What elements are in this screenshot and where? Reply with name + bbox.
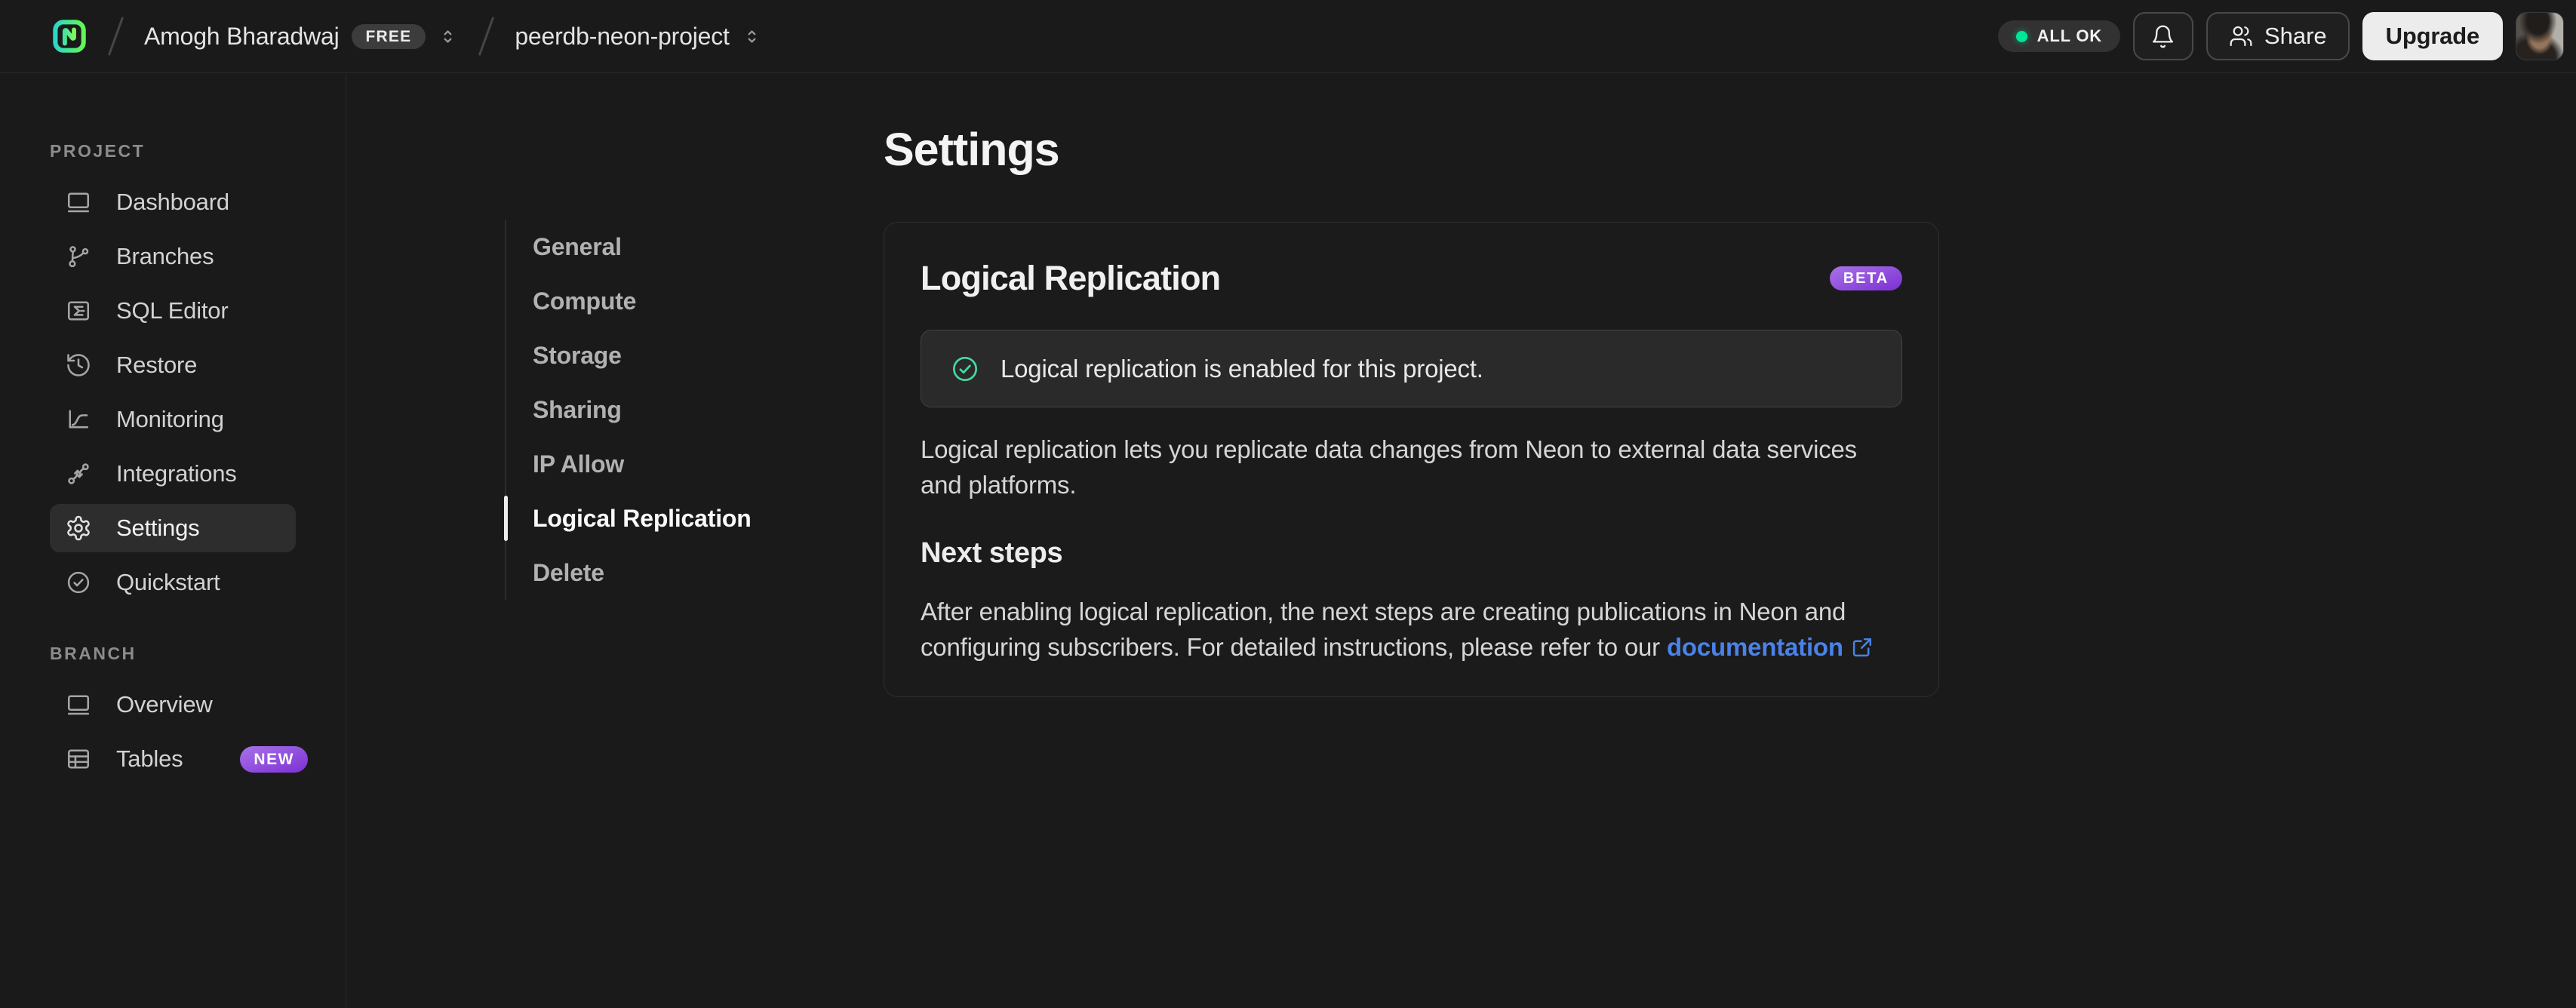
sidebar-item-label: Integrations xyxy=(116,460,237,487)
sidebar: PROJECT Dashboard Branches SQL Editor Re… xyxy=(0,74,346,1008)
upgrade-button[interactable]: Upgrade xyxy=(2362,12,2503,60)
git-branch-icon xyxy=(69,246,89,268)
window-icon xyxy=(67,695,90,715)
documentation-link[interactable]: documentation xyxy=(1667,633,1874,661)
sidebar-item-label: Restore xyxy=(116,352,198,378)
settings-nav-delete[interactable]: Delete xyxy=(506,545,752,600)
replication-enabled-alert: Logical replication is enabled for this … xyxy=(921,330,1902,407)
settings-nav-general[interactable]: General xyxy=(506,220,752,274)
sidebar-item-label: Settings xyxy=(116,515,200,541)
sidebar-item-restore[interactable]: Restore xyxy=(50,341,296,389)
new-badge: NEW xyxy=(240,745,308,773)
sidebar-item-label: Dashboard xyxy=(116,189,229,215)
table-icon xyxy=(67,749,90,769)
breadcrumb-divider xyxy=(478,17,495,56)
next-steps-paragraph: After enabling logical replication, the … xyxy=(921,594,1902,665)
logical-replication-card: Logical Replication BETA Logical replica… xyxy=(884,222,1939,697)
settings-nav-ip-allow[interactable]: IP Allow xyxy=(506,437,752,491)
settings-nav-logical-replication[interactable]: Logical Replication xyxy=(504,491,752,545)
status-label: ALL OK xyxy=(2037,26,2102,45)
sidebar-section-project: PROJECT xyxy=(50,141,146,161)
replication-description: Logical replication lets you replicate d… xyxy=(921,435,1857,499)
sidebar-item-label: Tables xyxy=(116,745,183,772)
share-label: Share xyxy=(2264,23,2327,49)
breadcrumb: Amogh Bharadwaj FREE peerdb-neon-project xyxy=(51,16,1998,57)
share-button[interactable]: Share xyxy=(2206,12,2350,60)
sidebar-item-label: Quickstart xyxy=(116,569,220,595)
sidebar-item-label: Monitoring xyxy=(116,406,224,432)
settings-sub-nav: General Compute Storage Sharing IP Allow… xyxy=(504,220,752,600)
history-icon xyxy=(67,354,90,376)
external-link-icon xyxy=(1852,638,1871,657)
settings-nav-sharing[interactable]: Sharing xyxy=(506,383,752,437)
sql-terminal-icon xyxy=(67,301,90,321)
card-title: Logical Replication xyxy=(921,259,1221,297)
project-name: peerdb-neon-project xyxy=(515,22,730,50)
status-ok-dot xyxy=(2015,30,2027,42)
sidebar-item-quickstart[interactable]: Quickstart xyxy=(50,558,296,607)
integrations-icon xyxy=(68,463,89,484)
plan-badge: FREE xyxy=(351,23,426,49)
main-content: Settings Logical Replication BETA Logica… xyxy=(884,74,1939,697)
beta-badge: BETA xyxy=(1829,266,1902,290)
org-name: Amogh Bharadwaj xyxy=(144,22,340,50)
project-selector[interactable]: peerdb-neon-project xyxy=(515,23,761,51)
sidebar-item-integrations[interactable]: Integrations xyxy=(50,450,296,498)
next-steps-heading: Next steps xyxy=(921,537,1063,569)
alert-text: Logical replication is enabled for this … xyxy=(1001,354,1483,383)
sidebar-item-dashboard[interactable]: Dashboard xyxy=(50,178,296,226)
sidebar-item-label: Overview xyxy=(116,691,213,718)
org-selector[interactable]: Amogh Bharadwaj FREE xyxy=(144,23,458,51)
notifications-button[interactable] xyxy=(2132,12,2193,60)
sidebar-item-settings[interactable]: Settings xyxy=(50,504,296,552)
sidebar-item-sql-editor[interactable]: SQL Editor xyxy=(50,287,296,335)
documentation-link-label: documentation xyxy=(1666,633,1843,661)
sidebar-item-label: SQL Editor xyxy=(116,297,229,324)
gear-icon xyxy=(67,515,90,541)
bell-icon xyxy=(2153,25,2174,48)
chart-icon xyxy=(69,410,88,429)
chevrons-up-down-icon xyxy=(444,29,452,43)
sidebar-item-overview[interactable]: Overview xyxy=(50,681,296,729)
sidebar-item-tables[interactable]: Tables NEW xyxy=(50,735,308,783)
top-bar-actions: ALL OK Share Upgrade xyxy=(1997,12,2564,60)
neon-logo-icon[interactable] xyxy=(51,18,88,54)
status-badge[interactable]: ALL OK xyxy=(1997,20,2120,52)
settings-nav-compute[interactable]: Compute xyxy=(506,274,752,328)
sidebar-section-branch: BRANCH xyxy=(50,644,137,663)
sidebar-item-branches[interactable]: Branches xyxy=(50,232,296,281)
breadcrumb-divider xyxy=(107,17,124,56)
settings-nav-storage[interactable]: Storage xyxy=(506,328,752,383)
window-icon xyxy=(67,192,90,213)
sidebar-item-monitoring[interactable]: Monitoring xyxy=(50,395,296,444)
chevrons-up-down-icon xyxy=(748,29,756,43)
check-circle-icon xyxy=(67,571,90,594)
top-bar: Amogh Bharadwaj FREE peerdb-neon-project… xyxy=(0,0,2576,73)
sidebar-item-label: Branches xyxy=(116,243,214,269)
user-avatar[interactable] xyxy=(2516,12,2564,60)
page-title: Settings xyxy=(884,124,1060,175)
users-icon xyxy=(2230,26,2252,47)
check-circle-icon xyxy=(952,356,978,381)
